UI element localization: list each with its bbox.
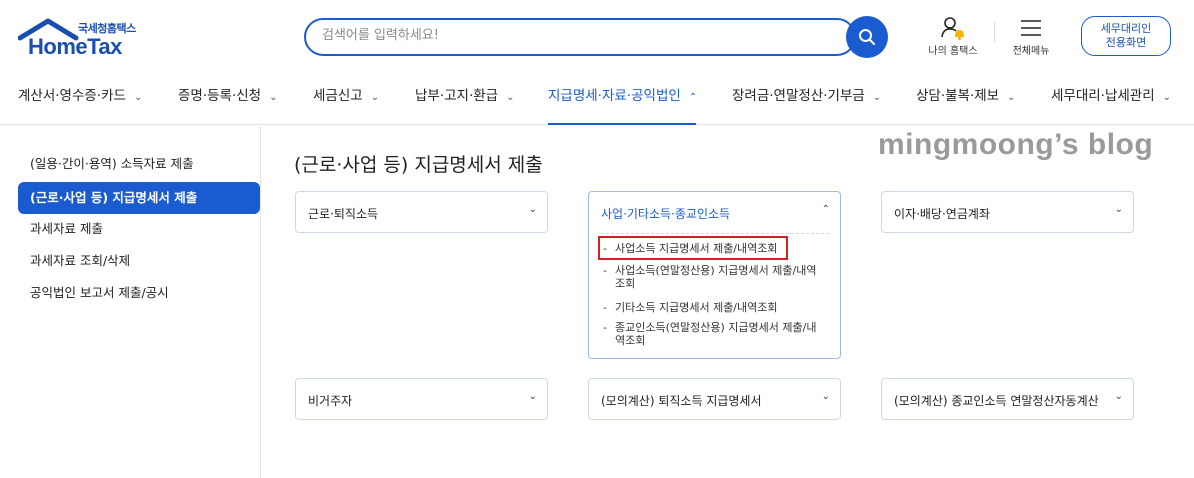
- gnb-label: 장려금·연말정산·기부금: [732, 88, 865, 104]
- hometax-logo[interactable]: 국세청홈택스 HomeTax: [18, 14, 148, 60]
- active-tab-underline: [548, 123, 696, 125]
- card-label: (모의계산) 종교인소득 연말정산자동계산: [894, 394, 1099, 408]
- sub-item-label: 사업소득(연말정산용) 지급명세서 제출/내역: [615, 264, 817, 277]
- agent-line1: 세무대리인: [1100, 22, 1152, 35]
- page-title: (근로·사업 등) 지급명세서 제출: [294, 154, 543, 176]
- gnb-label: 계산서·영수증·카드: [18, 88, 126, 104]
- search-button[interactable]: [846, 16, 888, 58]
- gnb-invoice-receipt-card[interactable]: 계산서·영수증·카드 ⌄: [18, 84, 142, 104]
- gnb-tax-filing[interactable]: 세금신고 ⌄: [313, 84, 379, 104]
- divider: [994, 22, 995, 42]
- sidebar-item-public-corp-report[interactable]: 공익법인 보고서 제출/공시: [18, 277, 260, 309]
- my-hometax-label: 나의 홈택스: [928, 46, 978, 57]
- sub-item-label-cont: 조회: [615, 277, 636, 290]
- tax-agent-screen-button[interactable]: 세무대리인 전용화면: [1081, 16, 1171, 56]
- sub-item-label: 종교인소득(연말정산용) 지급명세서 제출/내: [615, 321, 817, 334]
- card-interest-dividend-pension[interactable]: 이자·배당·연금계좌 ⌄: [881, 191, 1134, 233]
- card-non-resident[interactable]: 비거주자 ⌄: [295, 378, 548, 420]
- hamburger-icon: [1021, 20, 1041, 36]
- sub-item-religious-income-yearend[interactable]: - 종교인소득(연말정산용) 지급명세서 제출/내 역조회: [603, 321, 829, 347]
- chevron-down-icon: ⌄: [1162, 92, 1172, 103]
- chevron-down-icon: ⌄: [133, 92, 143, 103]
- chevron-down-icon: ⌄: [1114, 391, 1123, 402]
- gnb-label: 납부·고지·환급: [415, 88, 499, 104]
- sidebar-item-payment-statement[interactable]: (근로·사업 등) 지급명세서 제출: [18, 182, 260, 214]
- chevron-down-icon: ⌄: [528, 204, 537, 215]
- all-menu-button[interactable]: 전체메뉴: [1004, 14, 1058, 57]
- watermark: mingmoong’s blog: [878, 128, 1154, 161]
- gnb-label: 상담·불복·제보: [916, 88, 1000, 104]
- sub-item-other-income-submit[interactable]: - 기타소득 지급명세서 제출/내역조회: [603, 301, 829, 314]
- chevron-down-icon: ⌄: [1007, 92, 1016, 103]
- main-navigation: 계산서·영수증·카드 ⌄ 증명·등록·신청 ⌄ 세금신고 ⌄ 납부·고지·환급 ⌄ 지급…: [0, 70, 1194, 125]
- card-business-other-religious: 사업·기타소득·종교인소득 ⌃ - 사업소득 지급명세서 제출/내역조회 - 사…: [588, 191, 841, 359]
- bullet-dash: -: [603, 301, 607, 314]
- user-bell-icon: [941, 17, 964, 40]
- gnb-payment-statement[interactable]: 지급명세·자료·공익법인 ⌃: [548, 84, 697, 104]
- sidebar: (일용·간이·용역) 소득자료 제출 (근로·사업 등) 지급명세서 제출 과세…: [0, 126, 261, 478]
- chevron-down-icon: ⌄: [269, 92, 278, 103]
- card-mock-religious-yearend[interactable]: (모의계산) 종교인소득 연말정산자동계산 ⌄: [881, 378, 1134, 420]
- gnb-consult-appeal-report[interactable]: 상담·불복·제보 ⌄: [916, 84, 1016, 104]
- gnb-incentive-year-end[interactable]: 장려금·연말정산·기부금 ⌄: [732, 84, 881, 104]
- highlight-annotation-box: [598, 236, 788, 260]
- agent-line2: 전용화면: [1105, 36, 1147, 49]
- logo-title: HomeTax: [28, 34, 122, 59]
- card-label: 비거주자: [308, 394, 353, 408]
- sidebar-item-daily-simple-service[interactable]: (일용·간이·용역) 소득자료 제출: [18, 148, 260, 180]
- sub-item-business-income-yearend[interactable]: - 사업소득(연말정산용) 지급명세서 제출/내역 조회: [603, 264, 829, 290]
- search-bar: [304, 18, 856, 56]
- chevron-down-icon: ⌄: [821, 391, 830, 402]
- sub-item-label: 기타소득 지급명세서 제출/내역조회: [615, 301, 778, 314]
- header: 국세청홈택스 HomeTax 나의 홈택스: [0, 0, 1194, 70]
- all-menu-label: 전체메뉴: [1012, 46, 1050, 57]
- card-label: 근로·퇴직소득: [308, 207, 379, 221]
- search-input[interactable]: [322, 28, 822, 43]
- card-earned-retirement[interactable]: 근로·퇴직소득 ⌄: [295, 191, 548, 233]
- sidebar-item-tax-data-submit[interactable]: 과세자료 제출: [18, 213, 260, 245]
- gnb-tax-agent-management[interactable]: 세무대리·납세관리 ⌄: [1051, 84, 1171, 104]
- gnb-certificate-registration[interactable]: 증명·등록·신청 ⌄: [178, 84, 278, 104]
- chevron-down-icon: ⌄: [528, 391, 537, 402]
- gnb-label: 세금신고: [313, 88, 363, 104]
- bullet-dash: -: [603, 264, 607, 277]
- gnb-label: 증명·등록·신청: [178, 88, 262, 104]
- gnb-payment-notice-refund[interactable]: 납부·고지·환급 ⌄: [415, 84, 515, 104]
- chevron-up-icon: ⌃: [688, 92, 698, 103]
- gnb-label: 지급명세·자료·공익법인: [548, 88, 681, 104]
- divider: [601, 233, 829, 234]
- sidebar-item-tax-data-lookup[interactable]: 과세자료 조회/삭제: [18, 245, 260, 277]
- card-label: (모의계산) 퇴직소득 지급명세서: [601, 394, 762, 408]
- card-label: 이자·배당·연금계좌: [894, 207, 990, 221]
- card-label[interactable]: 사업·기타소득·종교인소득: [601, 205, 730, 222]
- bullet-dash: -: [603, 321, 607, 334]
- gnb-label: 세무대리·납세관리: [1051, 88, 1155, 104]
- chevron-up-icon[interactable]: ⌃: [822, 204, 830, 215]
- my-hometax-button[interactable]: 나의 홈택스: [922, 14, 984, 57]
- card-mock-retirement-statement[interactable]: (모의계산) 퇴직소득 지급명세서 ⌄: [588, 378, 841, 420]
- search-icon: [859, 29, 875, 45]
- chevron-down-icon: ⌄: [370, 92, 380, 103]
- chevron-down-icon: ⌄: [506, 92, 515, 103]
- chevron-down-icon: ⌄: [1114, 204, 1123, 215]
- chevron-down-icon: ⌄: [872, 92, 882, 103]
- sub-item-label-cont: 역조회: [615, 334, 646, 347]
